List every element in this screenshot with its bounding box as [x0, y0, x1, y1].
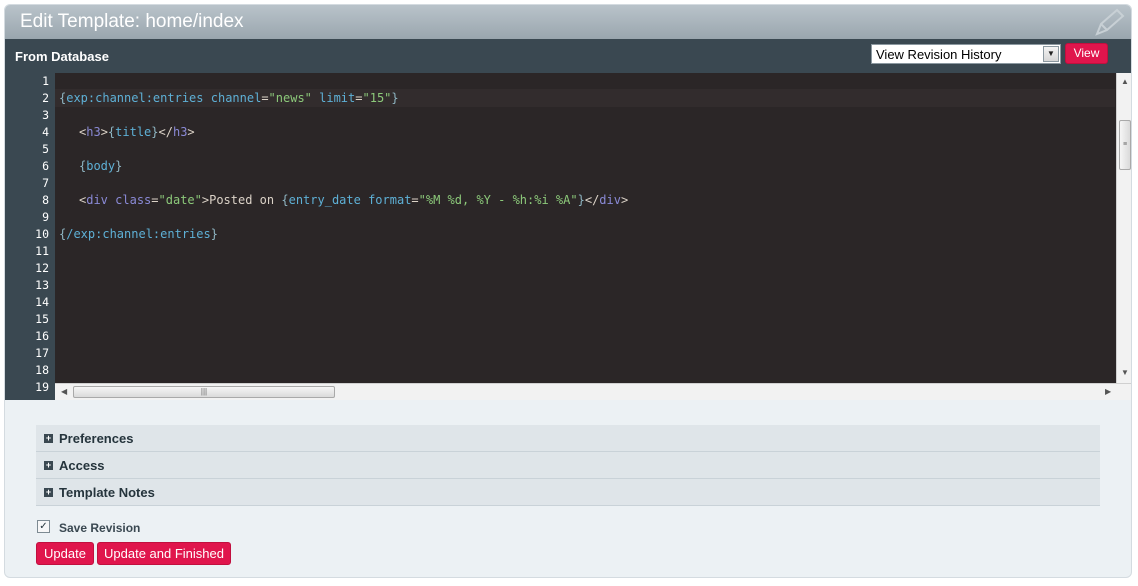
vertical-scrollbar[interactable]: ▲ ≡ ▼: [1116, 73, 1131, 383]
source-label: From Database: [15, 49, 109, 64]
section-template-notes[interactable]: + Template Notes: [36, 479, 1100, 506]
template-toolbar: From Database View Revision History ▼ Vi…: [5, 39, 1131, 73]
line-number: 7: [42, 176, 49, 190]
update-and-finished-button[interactable]: Update and Finished: [97, 542, 231, 565]
scroll-up-arrow-icon[interactable]: ▲: [1121, 77, 1129, 86]
line-number: 16: [35, 329, 49, 343]
horizontal-scroll-thumb[interactable]: |||: [73, 386, 335, 398]
view-revision-button[interactable]: View: [1065, 43, 1108, 64]
line-number: 1: [42, 74, 49, 88]
page-title: Edit Template: home/index: [20, 11, 244, 32]
code-editor[interactable]: 1 2 3 4 5 6 7 8 9 10 11 12 13 14 15 16 1…: [5, 73, 1131, 400]
update-button[interactable]: Update: [36, 542, 94, 565]
code-line-10: {/exp:channel:entries}: [59, 227, 218, 241]
line-number: 6: [42, 159, 49, 173]
section-label: Access: [59, 458, 105, 473]
dropdown-arrow-icon[interactable]: ▼: [1043, 46, 1059, 62]
scroll-right-arrow-icon[interactable]: ▶: [1105, 387, 1111, 396]
expand-plus-icon[interactable]: +: [44, 488, 53, 497]
code-line-2: {exp:channel:entries channel="news" limi…: [59, 91, 399, 105]
line-number: 12: [35, 261, 49, 275]
line-number: 8: [42, 193, 49, 207]
line-number: 9: [42, 210, 49, 224]
revision-history-select[interactable]: View Revision History ▼: [871, 44, 1061, 64]
line-number: 11: [35, 244, 49, 258]
section-label: Template Notes: [59, 485, 155, 500]
scroll-down-arrow-icon[interactable]: ▼: [1121, 368, 1129, 377]
line-number: 17: [35, 346, 49, 360]
revision-select-value: View Revision History: [876, 47, 1002, 62]
line-number: 4: [42, 125, 49, 139]
line-number: 18: [35, 363, 49, 377]
vertical-scroll-thumb[interactable]: ≡: [1119, 120, 1131, 170]
save-revision-checkbox[interactable]: ✓: [37, 520, 50, 533]
line-number: 10: [35, 227, 49, 241]
section-label: Preferences: [59, 431, 134, 446]
line-number: 13: [35, 278, 49, 292]
title-bar: Edit Template: home/index: [5, 5, 1131, 39]
line-number: 15: [35, 312, 49, 326]
line-number: 2: [42, 91, 49, 105]
section-access[interactable]: + Access: [36, 452, 1100, 479]
line-number: 5: [42, 142, 49, 156]
code-line-4: <h3>{title}</h3>: [79, 125, 195, 139]
line-number-gutter: 1 2 3 4 5 6 7 8 9 10 11 12 13 14 15 16 1…: [5, 73, 55, 400]
code-line-8: <div class="date">Posted on {entry_date …: [79, 193, 629, 207]
line-number: 19: [35, 380, 49, 394]
edit-template-panel: Edit Template: home/index From Database …: [4, 4, 1132, 578]
line-number: 3: [42, 108, 49, 122]
line-number: 14: [35, 295, 49, 309]
pencil-icon: [1095, 8, 1125, 36]
horizontal-scrollbar[interactable]: ◀ ||| ▶: [55, 383, 1131, 400]
expand-plus-icon[interactable]: +: [44, 461, 53, 470]
code-line-6: {body}: [79, 159, 123, 173]
code-area[interactable]: {exp:channel:entries channel="news" limi…: [55, 73, 1115, 383]
section-preferences[interactable]: + Preferences: [36, 425, 1100, 452]
save-revision-label: Save Revision: [59, 521, 141, 535]
expand-plus-icon[interactable]: +: [44, 434, 53, 443]
template-options-accordion: + Preferences + Access + Template Notes: [36, 425, 1100, 506]
scroll-left-arrow-icon[interactable]: ◀: [61, 387, 67, 396]
